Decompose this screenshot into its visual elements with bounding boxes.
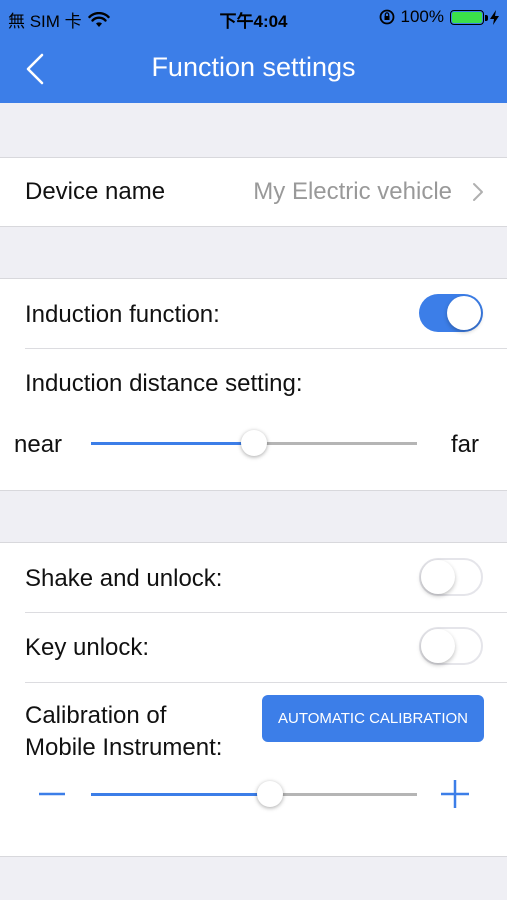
- device-name-label: Device name: [25, 178, 166, 205]
- near-label: near: [14, 431, 63, 458]
- key-unlock-label: Key unlock:: [25, 634, 150, 661]
- induction-function-label: Induction function:: [25, 301, 220, 328]
- slider-thumb[interactable]: [241, 430, 267, 456]
- divider: [25, 612, 507, 613]
- device-name-value: My Electric vehicle: [253, 178, 452, 205]
- induction-distance-slider[interactable]: [91, 430, 417, 456]
- induction-distance-label: Induction distance setting:: [25, 370, 303, 397]
- minus-icon: [39, 792, 65, 796]
- status-right: 100%: [379, 7, 499, 27]
- charging-icon: [490, 9, 499, 25]
- shake-unlock-label: Shake and unlock:: [25, 565, 223, 592]
- status-bar: 無 SIM 卡 下午4:04 100%: [0, 0, 507, 34]
- induction-section: Induction function: Induction distance s…: [0, 278, 507, 491]
- unlock-section: Shake and unlock: Key unlock: Calibratio…: [0, 542, 507, 857]
- divider: [25, 682, 507, 683]
- battery-icon: [450, 9, 488, 25]
- page-title: Function settings: [151, 52, 356, 82]
- divider: [25, 348, 507, 349]
- nav-bar: Function settings: [0, 34, 507, 103]
- calibration-slider[interactable]: [91, 781, 417, 807]
- orientation-lock-icon: [379, 9, 394, 25]
- minus-button[interactable]: [37, 779, 67, 809]
- far-label: far: [451, 431, 480, 458]
- plus-button[interactable]: [440, 779, 470, 809]
- calibration-label-line1: Calibration of: [25, 702, 167, 729]
- battery-percent: 100%: [400, 7, 444, 26]
- calibration-label-line2: Mobile Instrument:: [25, 734, 223, 761]
- automatic-calibration-button[interactable]: AUTOMATIC CALIBRATION: [262, 695, 484, 742]
- plus-icon: [441, 780, 469, 808]
- shake-unlock-toggle[interactable]: [419, 558, 483, 596]
- chevron-right-icon: [473, 183, 483, 201]
- device-name-row[interactable]: Device name My Electric vehicle: [0, 157, 507, 227]
- induction-function-toggle[interactable]: [419, 294, 483, 332]
- key-unlock-toggle[interactable]: [419, 627, 483, 665]
- slider-thumb[interactable]: [257, 781, 284, 807]
